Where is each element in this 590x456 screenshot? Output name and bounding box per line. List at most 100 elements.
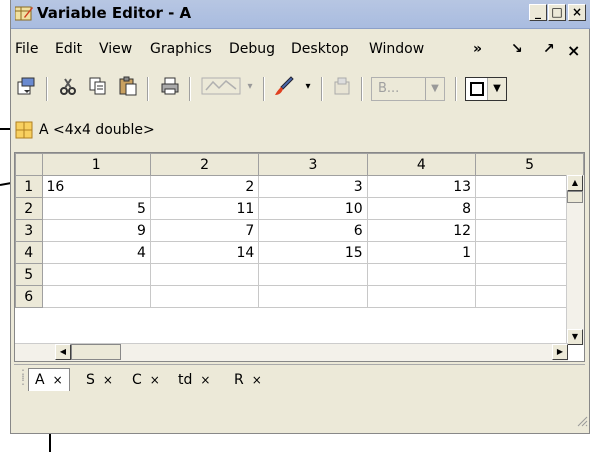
grid-cell[interactable]: 13	[366, 175, 477, 198]
paste-icon[interactable]	[117, 75, 139, 97]
tab-label: C	[132, 372, 142, 388]
format-dropdown-arrow-icon[interactable]: ▼	[487, 78, 506, 100]
window-title: Variable Editor - A	[37, 4, 192, 22]
close-button[interactable]: ×	[568, 4, 586, 21]
grid-cell[interactable]	[149, 285, 260, 308]
menu-close-icon[interactable]: ×	[567, 41, 580, 60]
plot-selection-icon[interactable]	[199, 75, 243, 97]
grid-cell[interactable]: 11	[149, 197, 260, 220]
grid-cell[interactable]: 8	[366, 197, 477, 220]
grid-cell[interactable]: 12	[366, 219, 477, 242]
toolbar-separator	[147, 77, 149, 101]
scroll-down-icon[interactable]: ▼	[567, 329, 583, 345]
tab-C[interactable]: C ×	[132, 369, 160, 391]
column-header[interactable]: 1	[41, 153, 151, 176]
pin-icon[interactable]: ↗	[543, 41, 555, 57]
toolbar-separator	[263, 77, 265, 101]
grid-cell[interactable]: 6	[258, 219, 368, 242]
vertical-scroll-thumb[interactable]	[567, 191, 583, 203]
resize-grip-icon[interactable]	[576, 415, 588, 431]
scroll-left-icon[interactable]: ◀	[55, 344, 71, 360]
grid-cell[interactable]: 5	[41, 197, 151, 220]
grid-cell[interactable]: 15	[258, 241, 368, 264]
grid-cell[interactable]: 1	[366, 241, 477, 264]
menu-debug[interactable]: Debug	[229, 41, 275, 57]
tab-A[interactable]: A ×	[28, 368, 70, 391]
table-row: 5	[15, 263, 584, 286]
grid-cell[interactable]: 9	[41, 219, 151, 242]
tab-close-icon[interactable]: ×	[150, 373, 160, 387]
variable-editor-icon	[14, 5, 33, 21]
grid-cell[interactable]	[366, 263, 477, 286]
grid-cell-selected[interactable]: 16	[41, 175, 151, 198]
variable-editor-window: Variable Editor - A _ □ × File Edit View…	[10, 0, 590, 434]
table-row: 1 16 2 3 13	[15, 175, 584, 198]
minimize-button[interactable]: _	[529, 4, 547, 21]
table-row: 3 9 7 6 12	[15, 219, 584, 242]
maximize-button[interactable]: □	[548, 4, 566, 21]
menu-file[interactable]: File	[15, 41, 38, 57]
grid-cell[interactable]: 3	[258, 175, 368, 198]
format-dropdown[interactable]: ▼	[465, 77, 507, 101]
tab-close-icon[interactable]: ×	[252, 373, 262, 387]
column-header[interactable]: 5	[475, 153, 584, 176]
import-data-icon[interactable]	[15, 75, 37, 97]
grid-cell[interactable]	[258, 263, 368, 286]
row-header[interactable]: 4	[15, 241, 43, 264]
brush-icon[interactable]	[273, 75, 295, 97]
menu-edit[interactable]: Edit	[55, 41, 82, 57]
cut-icon[interactable]	[57, 75, 79, 97]
tab-S[interactable]: S ×	[86, 369, 113, 391]
undock-icon[interactable]: ↘	[511, 41, 523, 57]
corner-cell[interactable]	[15, 153, 43, 176]
scroll-up-icon[interactable]: ▲	[567, 175, 583, 191]
base-dropdown-value: B...	[378, 81, 400, 96]
row-header[interactable]: 3	[15, 219, 43, 242]
column-header[interactable]: 2	[149, 153, 260, 176]
menu-view[interactable]: View	[99, 41, 132, 57]
scroll-right-icon[interactable]: ▶	[552, 344, 568, 360]
tab-close-icon[interactable]: ×	[53, 373, 63, 387]
tab-label: td	[178, 372, 193, 388]
tab-R[interactable]: R ×	[234, 369, 262, 391]
menu-window[interactable]: Window	[369, 41, 424, 57]
horizontal-scrollbar[interactable]: ◀ ▶	[15, 343, 568, 361]
variable-header: A <4x4 double>	[11, 118, 590, 142]
grid-cell[interactable]: 2	[149, 175, 260, 198]
column-header[interactable]: 4	[366, 153, 477, 176]
tab-close-icon[interactable]: ×	[103, 373, 113, 387]
menu-desktop[interactable]: Desktop	[291, 41, 349, 57]
row-header[interactable]: 6	[15, 285, 43, 308]
base-dropdown-arrow-icon[interactable]: ▼	[425, 78, 444, 100]
horizontal-scroll-thumb[interactable]	[71, 344, 121, 360]
vertical-scrollbar[interactable]: ▲ ▼	[566, 175, 584, 345]
row-header[interactable]: 5	[15, 263, 43, 286]
grid-cell[interactable]: 14	[149, 241, 260, 264]
link-data-icon[interactable]	[331, 75, 353, 97]
grid-cell[interactable]: 4	[41, 241, 151, 264]
toolbar-separator	[46, 77, 48, 101]
menu-graphics[interactable]: Graphics	[150, 41, 212, 57]
brush-dropdown-icon[interactable]: ▾	[301, 75, 315, 97]
plot-dropdown-icon[interactable]: ▾	[243, 75, 257, 97]
grid-cell[interactable]: 10	[258, 197, 368, 220]
grid-cell[interactable]	[258, 285, 368, 308]
tab-td[interactable]: td ×	[178, 369, 210, 391]
grid-cell[interactable]: 7	[149, 219, 260, 242]
row-header[interactable]: 2	[15, 197, 43, 220]
column-header[interactable]: 3	[258, 153, 368, 176]
grid-cell[interactable]	[366, 285, 477, 308]
grid-cell[interactable]	[41, 285, 151, 308]
tab-close-icon[interactable]: ×	[200, 373, 210, 387]
tab-label: A	[35, 372, 45, 388]
toolbar-separator	[321, 77, 323, 101]
menu-overflow-icon[interactable]: »	[473, 41, 482, 57]
grid-cell[interactable]	[41, 263, 151, 286]
column-header-row: 1 2 3 4 5	[15, 153, 584, 176]
grid-cell[interactable]	[149, 263, 260, 286]
row-header[interactable]: 1	[15, 175, 43, 198]
table-row: 4 4 14 15 1	[15, 241, 584, 264]
print-icon[interactable]	[159, 75, 181, 97]
base-dropdown[interactable]: B... ▼	[371, 77, 445, 101]
copy-icon[interactable]	[87, 75, 109, 97]
